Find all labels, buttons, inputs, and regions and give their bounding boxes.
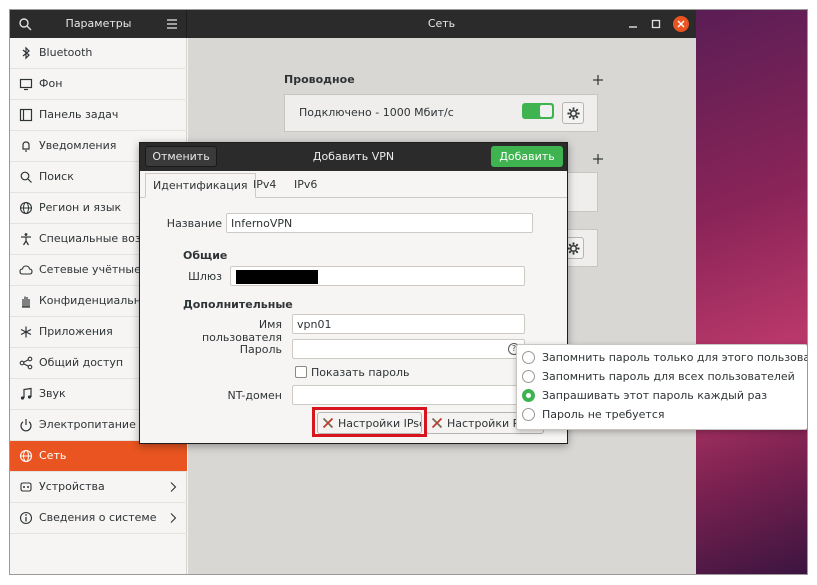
wired-toggle[interactable] — [522, 103, 554, 119]
close-button[interactable] — [673, 16, 689, 32]
sidebar-item-about[interactable]: Сведения о системе — [10, 503, 187, 534]
tab-ipv4[interactable]: IPv4 — [246, 173, 283, 198]
ipsec-highlight-box — [312, 407, 427, 437]
gateway-label: Шлюз — [188, 270, 222, 283]
radio-button[interactable] — [522, 351, 535, 364]
password-option-label: Запрашивать этот пароль каждый раз — [542, 389, 768, 402]
wired-settings-button[interactable] — [562, 102, 584, 124]
general-heading: Общие — [183, 249, 228, 262]
name-input[interactable] — [226, 213, 533, 233]
sidebar-item-devices[interactable]: Устройства — [10, 472, 187, 503]
add-vpn-dialog: Отменить Добавить VPN Добавить Идентифик… — [139, 142, 568, 444]
accessibility-icon — [21, 233, 31, 246]
search-icon[interactable] — [18, 17, 32, 31]
password-option-label: Запомнить пароль только для этого пользо… — [542, 351, 808, 364]
sidebar-header: Параметры — [10, 10, 187, 38]
password-label: Пароль — [239, 343, 282, 356]
apps-icon — [20, 326, 32, 338]
show-password-label: Показать пароль — [311, 366, 410, 379]
title-bar: Параметры Сеть — [10, 10, 696, 38]
hamburger-menu-icon[interactable] — [166, 18, 178, 30]
tab-ipv6[interactable]: IPv6 — [287, 173, 324, 198]
sidebar-title: Параметры — [65, 17, 132, 30]
cancel-button[interactable]: Отменить — [145, 146, 217, 167]
sidebar-item-label: Панель задач — [39, 108, 119, 121]
background-icon — [19, 78, 33, 91]
sidebar-item-label: Фон — [39, 77, 63, 90]
globe-icon — [19, 201, 33, 215]
sidebar-item-label: Устройства — [39, 480, 105, 493]
music-icon — [20, 387, 32, 400]
redacted-gateway — [236, 270, 318, 284]
power-icon — [20, 419, 32, 432]
gear-icon — [567, 242, 580, 255]
username-label: Имя пользователя — [201, 318, 282, 344]
page-title: Сеть — [427, 17, 456, 30]
cloud-icon — [19, 265, 33, 275]
radio-button[interactable] — [522, 370, 535, 383]
add-vpn-icon[interactable] — [592, 153, 604, 165]
gear-icon — [567, 107, 580, 120]
bluetooth-icon — [22, 46, 30, 60]
dialog-header: Отменить Добавить VPN Добавить — [140, 143, 567, 171]
nt-domain-label: NT-домен — [227, 389, 282, 402]
sidebar-item-dock[interactable]: Панель задач — [10, 100, 187, 131]
sidebar-item-label: Сеть — [39, 449, 67, 462]
username-input[interactable] — [292, 314, 525, 334]
show-password-checkbox[interactable] — [295, 366, 307, 378]
sidebar-item-background[interactable]: Фон — [10, 69, 187, 100]
screenshot-frame: Параметры Сеть Bluetooth Фон Панель зада… — [9, 9, 808, 575]
wired-connection-row: Подключено - 1000 Мбит/с — [284, 94, 598, 132]
info-icon — [19, 511, 33, 525]
wired-section-title: Проводное — [284, 73, 355, 86]
add-wired-icon[interactable] — [592, 74, 604, 86]
share-icon — [19, 356, 33, 370]
password-option-label: Пароль не требуется — [542, 408, 665, 421]
toggle-knob — [540, 105, 552, 117]
gateway-input[interactable] — [230, 266, 525, 286]
radio-button-selected[interactable] — [522, 389, 535, 402]
password-input[interactable]: ? — [292, 339, 525, 359]
desktop-wallpaper — [696, 10, 807, 574]
password-option-label: Запомнить пароль для всех пользователей — [542, 370, 795, 383]
password-storage-popover: Запомнить пароль только для этого пользо… — [516, 344, 808, 430]
dialog-tabs: Идентификация IPv4 IPv6 — [140, 171, 567, 198]
name-label: Название — [166, 217, 222, 230]
nt-domain-input[interactable] — [292, 385, 525, 405]
settings-window: Параметры Сеть Bluetooth Фон Панель зада… — [10, 10, 807, 574]
hand-icon — [22, 296, 30, 308]
dialog-title: Добавить VPN — [312, 150, 395, 163]
sidebar-item-bluetooth[interactable]: Bluetooth — [10, 38, 187, 69]
sidebar-item-label: Bluetooth — [39, 46, 93, 59]
devices-icon — [20, 482, 32, 492]
wired-status: Подключено - 1000 Мбит/с — [299, 106, 454, 119]
dock-icon — [19, 108, 33, 122]
sidebar-item-label: Сведения о системе — [39, 511, 157, 524]
network-icon — [19, 449, 33, 463]
tools-icon — [431, 417, 443, 429]
add-button[interactable]: Добавить — [491, 146, 563, 167]
sidebar-item-network[interactable]: Сеть — [10, 441, 187, 472]
minimize-icon[interactable] — [626, 17, 640, 31]
search-icon — [20, 171, 32, 183]
close-icon — [677, 20, 685, 28]
radio-button[interactable] — [522, 408, 535, 421]
chevron-right-icon — [170, 513, 177, 523]
chevron-right-icon — [170, 482, 177, 492]
maximize-icon[interactable] — [649, 17, 663, 31]
advanced-heading: Дополнительные — [183, 298, 293, 311]
bell-icon — [22, 141, 30, 152]
tab-identity[interactable]: Идентификация — [145, 173, 256, 198]
